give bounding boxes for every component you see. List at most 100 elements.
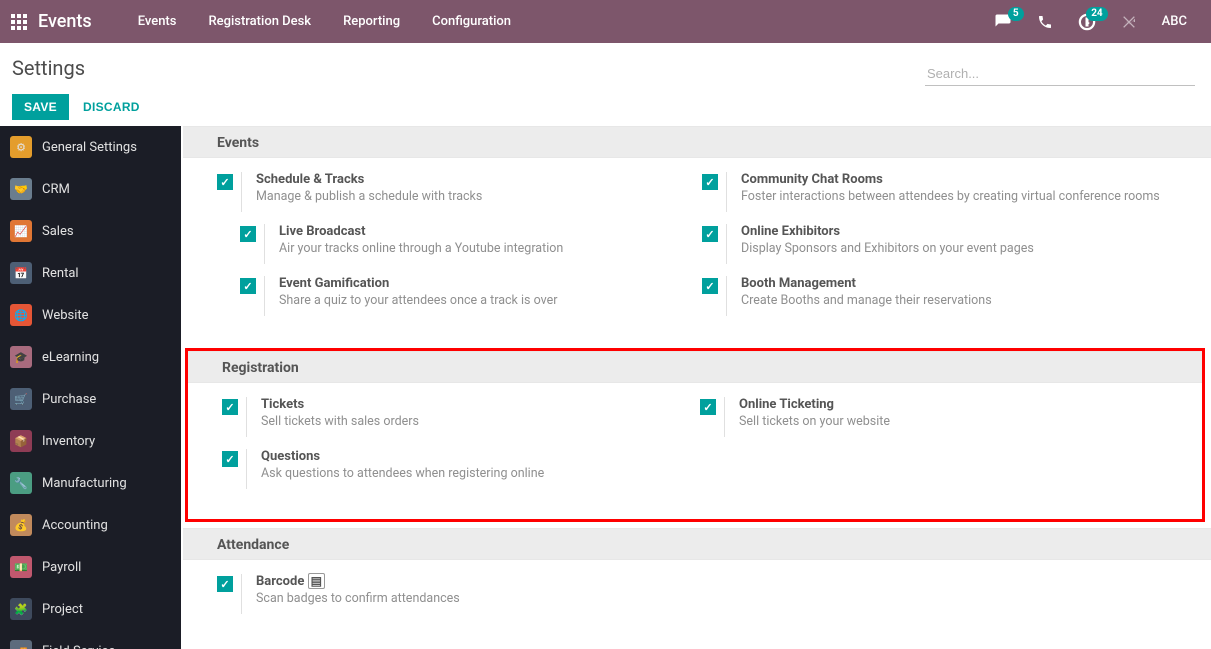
setting-desc: Manage & publish a schedule with tracks [256, 189, 482, 204]
setting-desc: Scan badges to confirm attendances [256, 591, 460, 606]
sidebar-item-label: Manufacturing [42, 476, 127, 491]
online-exhibitors-checkbox[interactable] [702, 226, 718, 242]
live-broadcast-checkbox[interactable] [240, 226, 256, 242]
gear-icon: ⚙ [10, 136, 32, 158]
section-attendance-head: Attendance [183, 528, 1211, 560]
section-registration-head: Registration [188, 351, 1202, 383]
action-bar: SAVE DISCARD [0, 88, 1211, 126]
page-title: Settings [12, 56, 925, 86]
tools-icon[interactable] [1112, 5, 1146, 39]
sidebar-item-label: Sales [42, 224, 74, 239]
cart-icon: 🛒 [10, 388, 32, 410]
setting-title: Online Exhibitors [741, 224, 1034, 239]
chart-icon: 📈 [10, 220, 32, 242]
questions-checkbox[interactable] [222, 451, 238, 467]
sidebar-item-label: Project [42, 602, 83, 617]
setting-title: Online Ticketing [739, 397, 890, 412]
sidebar-item-label: Rental [42, 266, 79, 281]
registration-highlight: Registration Tickets Sell tickets with s… [185, 348, 1205, 522]
box-icon: 📦 [10, 430, 32, 452]
setting-schedule-tracks: Schedule & Tracks Manage & publish a sch… [217, 172, 702, 212]
wrench-icon: 🔧 [10, 472, 32, 494]
apps-icon[interactable] [4, 7, 34, 37]
sidebar-item-crm[interactable]: 🤝 CRM [0, 168, 181, 210]
schedule-tracks-checkbox[interactable] [217, 174, 233, 190]
section-attendance-body: Barcode ▤ Scan badges to confirm attenda… [183, 560, 1211, 644]
sidebar-item-general[interactable]: ⚙ General Settings [0, 126, 181, 168]
online-ticketing-checkbox[interactable] [700, 399, 716, 415]
sidebar-item-label: CRM [42, 182, 70, 197]
sidebar-item-inventory[interactable]: 📦Inventory [0, 420, 181, 462]
setting-title: Tickets [261, 397, 419, 412]
sidebar-item-label: General Settings [42, 140, 137, 155]
nav-configuration[interactable]: Configuration [416, 0, 527, 43]
phone-icon[interactable] [1028, 5, 1062, 39]
main: ⚙ General Settings 🤝 CRM 📈 Sales 📅Rental 🌐W… [0, 126, 1211, 649]
setting-community-chat: Community Chat Rooms Foster interactions… [702, 172, 1187, 212]
nav-right: 5 24 ABC [986, 5, 1207, 39]
sidebar-item-project[interactable]: 🧩 Project [0, 588, 181, 630]
section-events-head: Events [183, 126, 1211, 158]
setting-title: Barcode ▤ [256, 574, 460, 589]
sidebar-item-rental[interactable]: 📅Rental [0, 252, 181, 294]
setting-desc: Foster interactions between attendees by… [741, 189, 1160, 204]
setting-event-gamification: Event Gamification Share a quiz to your … [217, 276, 702, 316]
section-registration-body: Tickets Sell tickets with sales orders Q… [188, 383, 1202, 519]
content: Events Schedule & Tracks Manage & publis… [181, 126, 1211, 649]
community-chat-checkbox[interactable] [702, 174, 718, 190]
save-button[interactable]: SAVE [12, 94, 69, 120]
nav-events[interactable]: Events [122, 0, 193, 43]
setting-online-ticketing: Online Ticketing Sell tickets on your we… [700, 397, 1178, 437]
setting-title: Schedule & Tracks [256, 172, 482, 187]
setting-online-exhibitors: Online Exhibitors Display Sponsors and E… [702, 224, 1187, 264]
setting-tickets: Tickets Sell tickets with sales orders [222, 397, 700, 437]
user-menu[interactable]: ABC [1154, 14, 1195, 29]
sidebar-item-label: Website [42, 308, 89, 323]
sidebar-item-label: Field Service [42, 644, 115, 649]
setting-desc: Air your tracks online through a Youtube… [279, 241, 563, 256]
setting-booth-management: Booth Management Create Booths and manag… [702, 276, 1187, 316]
top-nav: Events Events Registration Desk Reportin… [0, 0, 1211, 43]
section-events-body: Schedule & Tracks Manage & publish a sch… [183, 158, 1211, 346]
sidebar-item-label: Purchase [42, 392, 96, 407]
app-brand[interactable]: Events [38, 11, 92, 32]
messages-icon[interactable]: 5 [986, 5, 1020, 39]
sidebar-item-manufacturing[interactable]: 🔧 Manufacturing [0, 462, 181, 504]
handshake-icon: 🤝 [10, 178, 32, 200]
activities-icon[interactable]: 24 [1070, 5, 1104, 39]
setting-title: Community Chat Rooms [741, 172, 1160, 187]
puzzle-icon: 🧩 [10, 598, 32, 620]
setting-questions: Questions Ask questions to attendees whe… [222, 449, 700, 489]
sidebar-item-purchase[interactable]: 🛒 Purchase [0, 378, 181, 420]
discard-button[interactable]: DISCARD [83, 100, 140, 114]
setting-desc: Share a quiz to your attendees once a tr… [279, 293, 557, 308]
event-gamification-checkbox[interactable] [240, 278, 256, 294]
nav-links: Events Registration Desk Reporting Confi… [122, 0, 527, 43]
sidebar-item-accounting[interactable]: 💰Accounting [0, 504, 181, 546]
nav-registration-desk[interactable]: Registration Desk [192, 0, 327, 43]
sidebar-item-website[interactable]: 🌐Website [0, 294, 181, 336]
graduation-icon: 🎓 [10, 346, 32, 368]
sidebar-item-label: eLearning [42, 350, 99, 365]
barcode-doc-icon[interactable]: ▤ [308, 573, 325, 589]
sidebar-item-payroll[interactable]: 💵Payroll [0, 546, 181, 588]
activities-badge: 24 [1086, 7, 1107, 21]
setting-title: Booth Management [741, 276, 992, 291]
sidebar-item-fieldservice[interactable]: 🚚Field Service [0, 630, 181, 649]
barcode-checkbox[interactable] [217, 576, 233, 592]
sidebar-item-label: Accounting [42, 518, 108, 533]
sidebar-item-elearning[interactable]: 🎓 eLearning [0, 336, 181, 378]
booth-management-checkbox[interactable] [702, 278, 718, 294]
pay-icon: 💵 [10, 556, 32, 578]
setting-title: Live Broadcast [279, 224, 563, 239]
setting-desc: Sell tickets on your website [739, 414, 890, 429]
nav-reporting[interactable]: Reporting [327, 0, 416, 43]
setting-title: Event Gamification [279, 276, 557, 291]
tickets-checkbox[interactable] [222, 399, 238, 415]
sidebar-item-sales[interactable]: 📈 Sales [0, 210, 181, 252]
setting-desc: Create Booths and manage their reservati… [741, 293, 992, 308]
sub-header: Settings [0, 43, 1211, 88]
search-input[interactable] [925, 62, 1195, 86]
sidebar: ⚙ General Settings 🤝 CRM 📈 Sales 📅Rental 🌐W… [0, 126, 181, 649]
setting-desc: Ask questions to attendees when register… [261, 466, 544, 481]
